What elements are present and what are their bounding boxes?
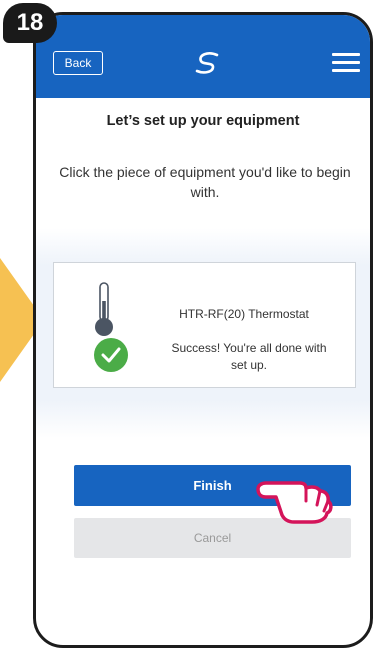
finish-button[interactable]: Finish (74, 465, 351, 506)
page-subtitle: Click the piece of equipment you'd like … (59, 164, 351, 200)
thermometer-icon (95, 282, 113, 336)
app-header: Back (36, 15, 370, 98)
logo-icon (195, 52, 219, 74)
page-title: Let’s set up your equipment (106, 113, 300, 129)
equipment-status: Success! You're all done with set up. (171, 341, 327, 372)
cancel-button[interactable]: Cancel (74, 518, 351, 558)
back-button[interactable]: Back (53, 51, 103, 75)
equipment-name: HTR-RF(20) Thermostat (179, 307, 309, 321)
equipment-card[interactable]: HTR-RF(20) Thermostat Success! You're al… (53, 262, 356, 388)
step-badge: 18 (3, 3, 57, 43)
menu-icon[interactable] (332, 53, 360, 75)
phone-frame: Back Let’s set up your equipment Click t… (33, 12, 373, 648)
checkmark-icon (94, 338, 128, 372)
